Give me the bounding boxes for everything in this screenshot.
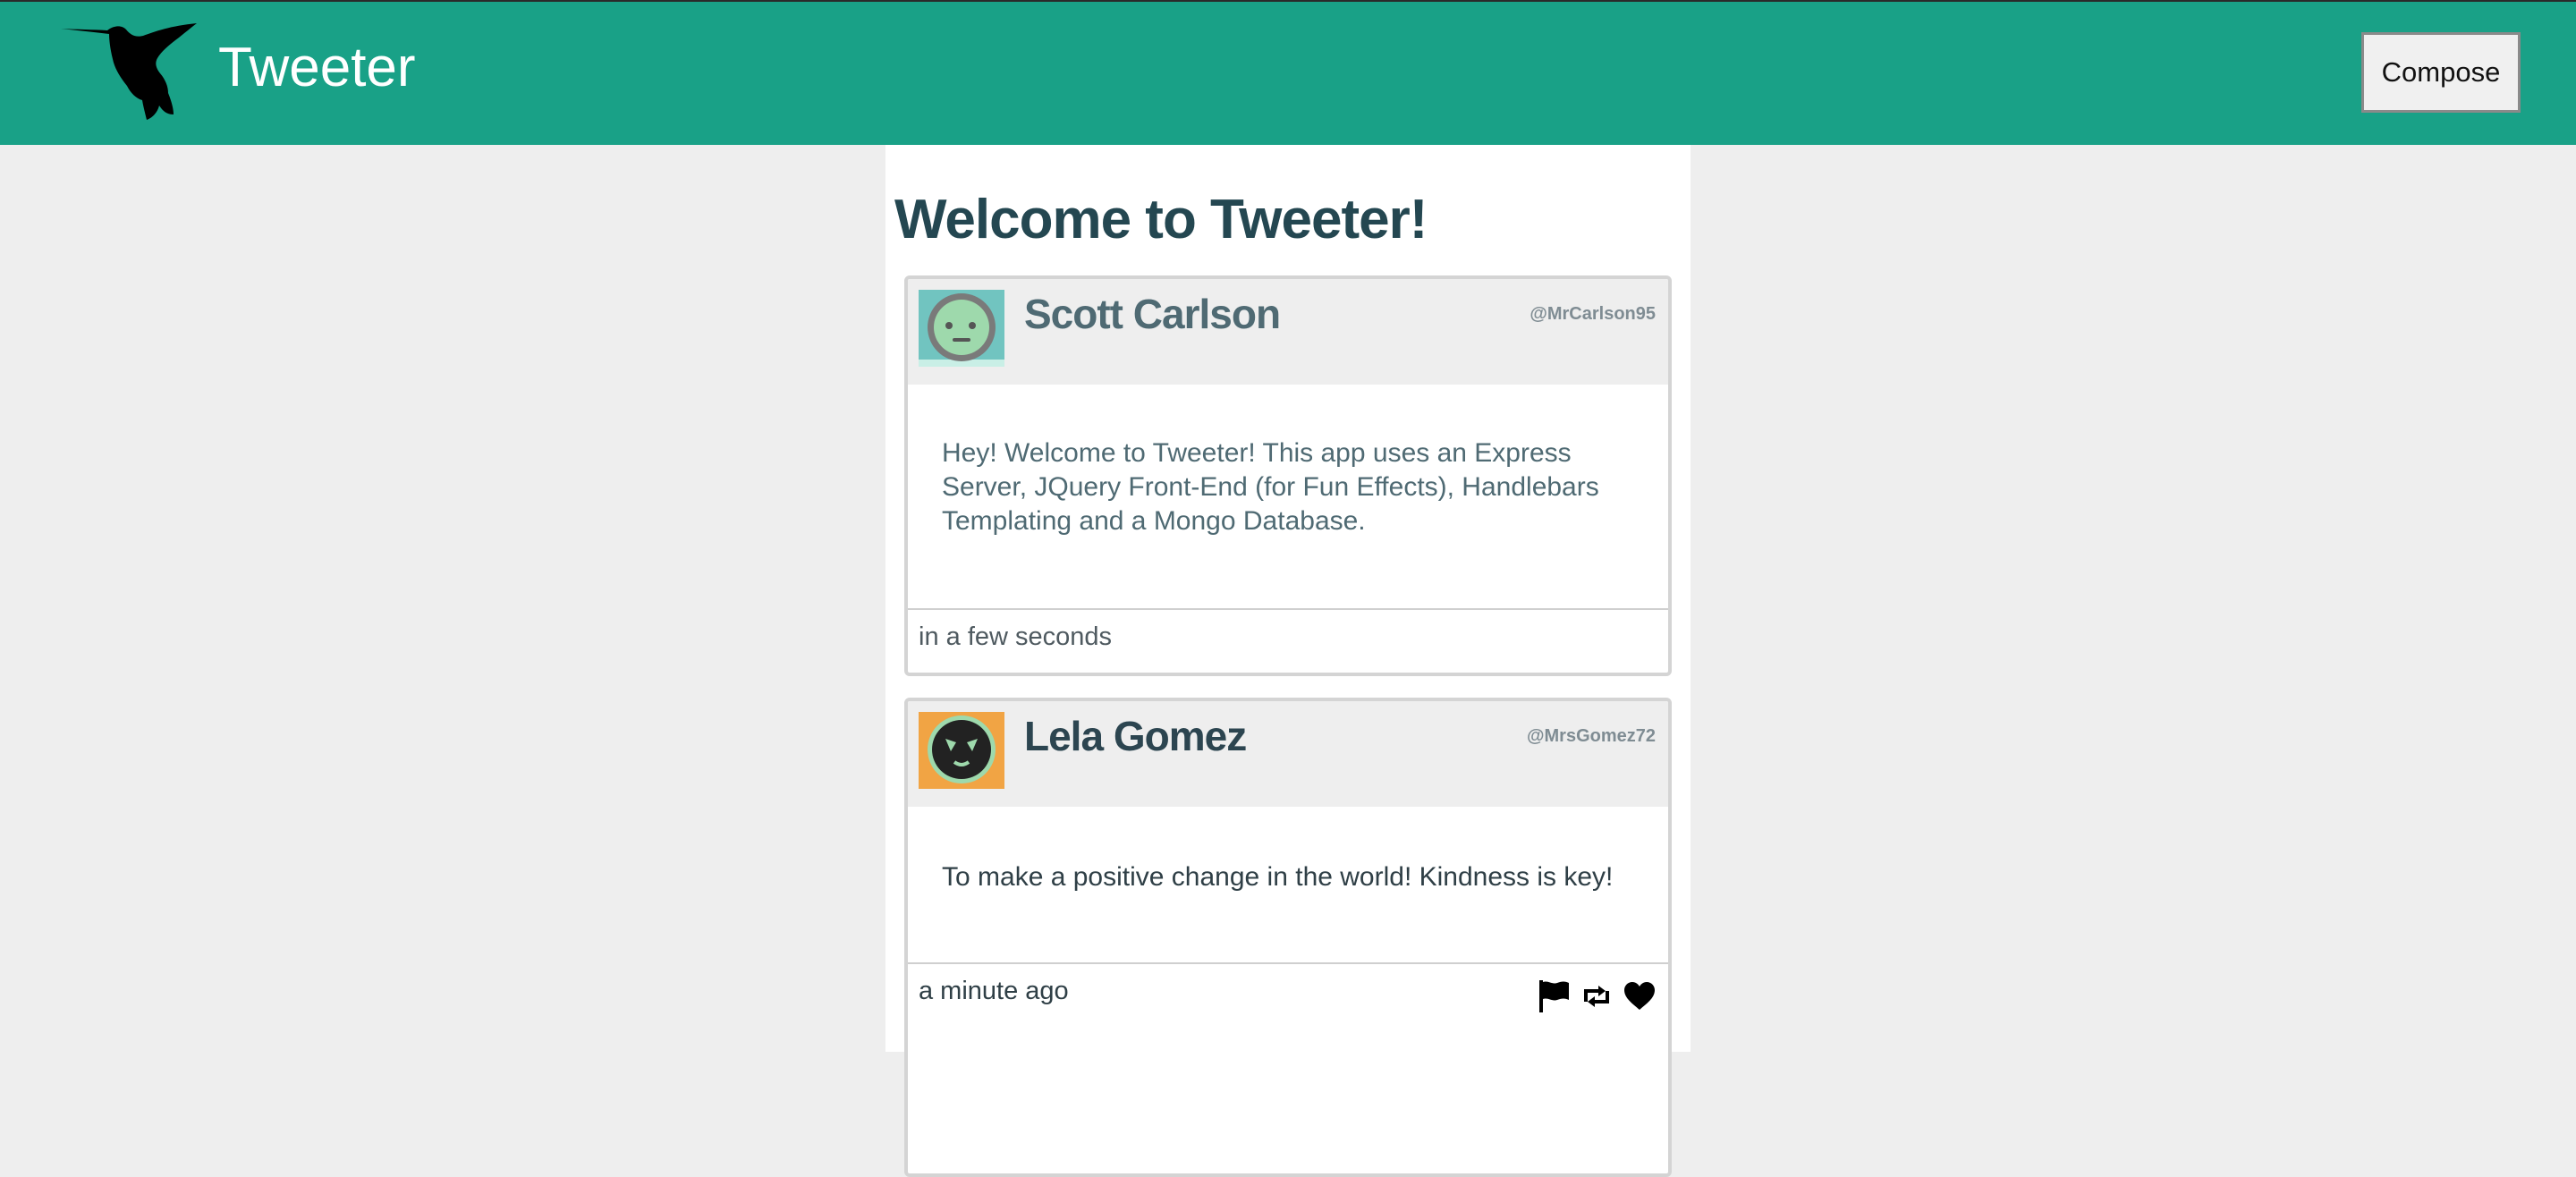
page-title: Welcome to Tweeter! [894,189,1428,250]
tweet-actions [1534,978,1659,1014]
tweet-header: Scott Carlson @MrCarlson95 [908,279,1668,385]
tweet-author-handle[interactable]: @MrsGomez72 [1527,726,1656,747]
tweet-divider [908,962,1668,964]
tweet-timestamp: in a few seconds [919,622,1113,651]
compose-button[interactable]: Compose [2361,32,2521,113]
tweet-divider [908,608,1668,610]
retweet-icon[interactable] [1577,978,1616,1014]
tweet-text: To make a positive change in the world! … [942,862,1614,892]
tweet-author-name[interactable]: Lela Gomez [1024,712,1247,760]
hummingbird-logo-icon [61,23,197,120]
robot-face-icon [919,290,1004,367]
tweet-author-name[interactable]: Scott Carlson [1024,290,1281,338]
tweet-card: Lela Gomez @MrsGomez72 To make a positiv… [904,698,1672,1177]
tweet-author-handle[interactable]: @MrCarlson95 [1530,304,1656,325]
brand-title[interactable]: Tweeter [218,36,416,99]
tweet-text: Hey! Welcome to Tweeter! This app uses a… [942,438,1599,536]
main-container: Welcome to Tweeter! Scott Carlson @MrCar… [886,145,1690,1177]
tweet-header: Lela Gomez @MrsGomez72 [908,701,1668,807]
navbar: Tweeter Compose [0,0,2576,145]
flag-icon[interactable] [1534,978,1573,1014]
heart-icon[interactable] [1620,978,1659,1014]
tweet-timestamp: a minute ago [919,977,1069,1005]
tweet-card: Scott Carlson @MrCarlson95 Hey! Welcome … [904,275,1672,676]
robot-face-icon [919,712,1004,789]
